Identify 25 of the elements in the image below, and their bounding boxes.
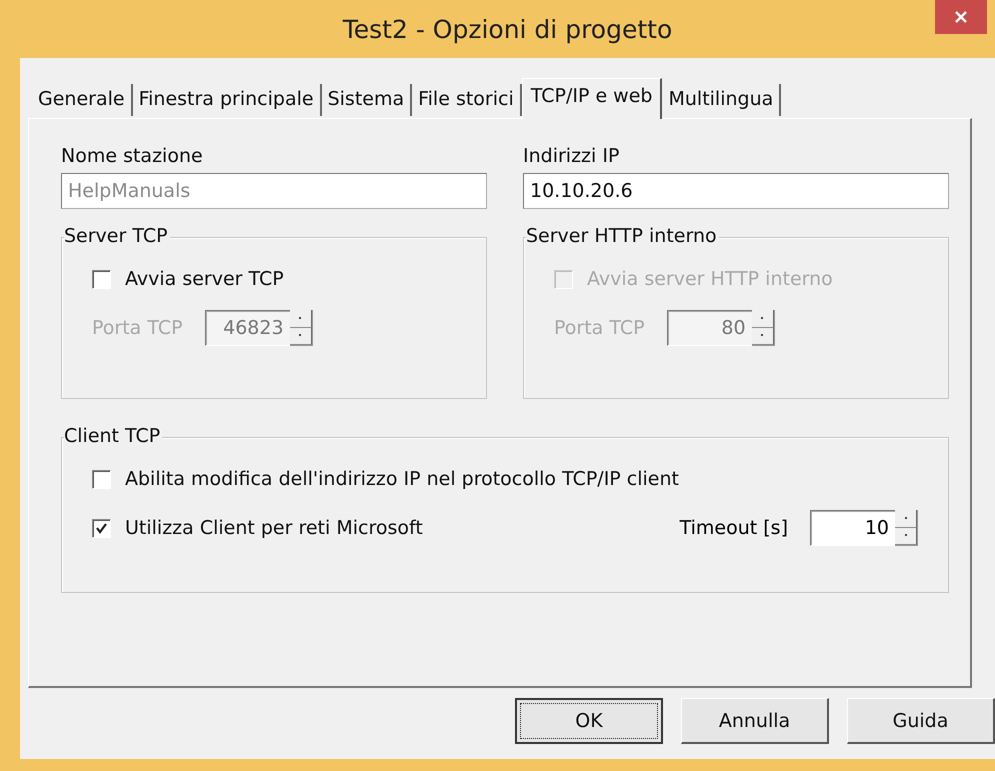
field-label: Porta TCP [554, 317, 645, 339]
dialog-button[interactable]: OK [515, 698, 663, 744]
field-label: Porta TCP [92, 317, 183, 339]
field-label: Timeout [s] [680, 517, 788, 539]
dialog-button[interactable]: Guida [847, 698, 995, 744]
window-title: Test2 - Opzioni di progetto [342, 14, 672, 44]
field-label: Nome stazione [61, 145, 204, 167]
spin-buttons[interactable] [752, 310, 775, 346]
checkbox-label: Avvia server TCP [125, 268, 284, 290]
tab[interactable]: TCP/IP e web [522, 78, 662, 119]
close-icon [954, 10, 968, 24]
checkbox-label: Abilita modifica dell'indirizzo IP nel protocollo TCP/IP client [125, 468, 679, 490]
dialog-button[interactable]: Annulla [681, 698, 829, 744]
text-field[interactable]: 10.10.20.6 [523, 173, 949, 209]
spin-buttons[interactable] [290, 310, 313, 346]
checkbox[interactable] [92, 470, 111, 488]
checkbox-label: Utilizza Client per reti Microsoft [125, 517, 423, 539]
close-button[interactable] [935, 0, 987, 34]
field-label: Indirizzi IP [523, 145, 620, 167]
checkbox[interactable] [92, 270, 111, 288]
checkmark-icon [95, 522, 108, 534]
spin-buttons[interactable] [895, 510, 918, 546]
spin-field[interactable]: 10 [810, 510, 895, 546]
checkbox-label: Avvia server HTTP interno [587, 268, 833, 290]
checkbox[interactable] [92, 518, 111, 538]
